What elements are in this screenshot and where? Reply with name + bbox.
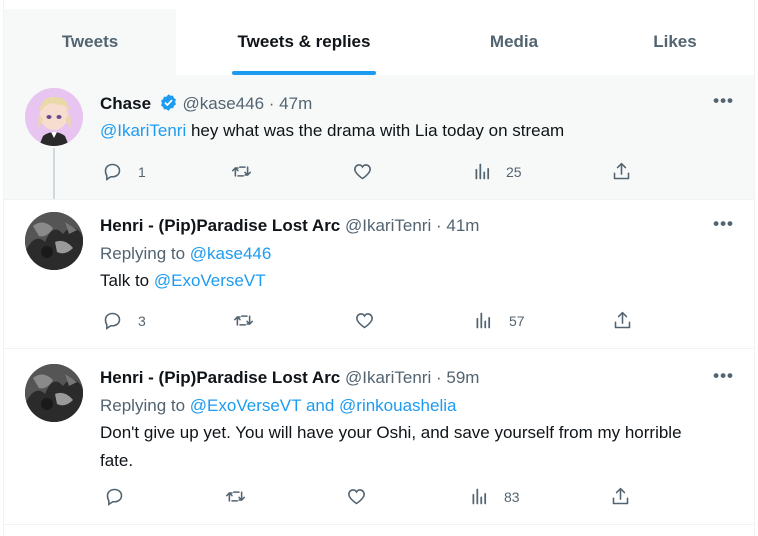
tweet-header: Henri - (Pip)Paradise Lost Arc @IkariTen…: [100, 216, 479, 236]
author-name[interactable]: Henri - (Pip)Paradise Lost Arc: [100, 216, 340, 235]
retweet-icon: [233, 315, 254, 326]
timeline-column: Tweets Tweets & replies Media Likes Chas…: [3, 0, 755, 536]
separator: ·: [435, 216, 442, 235]
tweet-body: Talk to: [100, 271, 154, 290]
reply-count: 3: [138, 312, 146, 329]
reply-count: 1: [138, 163, 146, 180]
author-handle[interactable]: @IkariTenri: [345, 368, 431, 387]
share-button[interactable]: [610, 486, 631, 507]
reply-icon: [104, 163, 121, 181]
tweet[interactable]: Henri - (Pip)Paradise Lost Arc @IkariTen…: [4, 200, 754, 349]
author-handle[interactable]: @IkariTenri: [345, 216, 431, 235]
reply-icon: [106, 488, 123, 506]
timestamp[interactable]: 59m: [446, 368, 479, 387]
anime-avatar-image: [25, 88, 83, 146]
dark-artwork-avatar-image: [25, 212, 83, 270]
tab-label: Tweets & replies: [237, 32, 371, 51]
share-icon: [612, 487, 629, 505]
separator: ·: [435, 368, 442, 387]
like-button[interactable]: [352, 161, 373, 182]
like-button[interactable]: [346, 486, 367, 507]
share-icon: [613, 162, 630, 180]
timestamp[interactable]: 41m: [446, 216, 479, 235]
replying-to: Replying to @ExoVerseVT and @rinkouashel…: [100, 392, 700, 420]
share-button[interactable]: [611, 161, 632, 182]
replying-label: Replying to: [100, 244, 190, 263]
replying-to-link[interactable]: @kase446: [190, 244, 272, 263]
replying-to: Replying to @kase446: [100, 240, 700, 268]
profile-tabs: Tweets Tweets & replies Media Likes: [4, 9, 754, 75]
retweet-icon: [225, 491, 246, 502]
tweet-header: Chase @kase446 · 47m: [100, 93, 312, 117]
reply-icon: [104, 312, 121, 330]
tweet[interactable]: Chase @kase446 · 47m ••• @IkariTenri hey…: [4, 75, 754, 200]
replying-label: Replying to: [100, 396, 190, 415]
author-handle[interactable]: @kase446: [183, 94, 265, 113]
thread-connector-line: [53, 148, 55, 199]
avatar[interactable]: [25, 212, 83, 270]
tweet-actions: 83: [100, 486, 629, 510]
tweet-header: Henri - (Pip)Paradise Lost Arc @IkariTen…: [100, 368, 479, 388]
view-count: 57: [509, 312, 525, 329]
timestamp[interactable]: 47m: [279, 94, 312, 113]
retweet-button[interactable]: [231, 161, 252, 182]
views-icon: [476, 312, 491, 329]
like-button[interactable]: [354, 310, 375, 331]
tab-likes[interactable]: Likes: [596, 9, 754, 75]
verified-icon: [159, 93, 178, 117]
reply-button[interactable]: [104, 486, 125, 507]
author-name[interactable]: Chase: [100, 94, 151, 113]
view-count: 25: [506, 163, 522, 180]
share-button[interactable]: [612, 310, 633, 331]
tweet-text: Don't give up yet. You will have your Os…: [100, 419, 690, 475]
avatar[interactable]: [25, 364, 83, 422]
author-name[interactable]: Henri - (Pip)Paradise Lost Arc: [100, 368, 340, 387]
views-button[interactable]: 83: [469, 486, 520, 507]
like-icon: [348, 489, 365, 505]
view-count: 83: [504, 488, 520, 505]
reply-button[interactable]: 3: [102, 310, 146, 331]
views-icon: [472, 488, 487, 505]
more-icon[interactable]: •••: [713, 366, 734, 386]
mention-link[interactable]: @IkariTenri: [100, 121, 186, 140]
retweet-icon: [231, 166, 252, 177]
more-icon[interactable]: •••: [713, 214, 734, 234]
tweet-text: @IkariTenri hey what was the drama with …: [100, 117, 700, 145]
tweet[interactable]: Henri - (Pip)Paradise Lost Arc @IkariTen…: [4, 349, 754, 525]
tweet-text: Talk to @ExoVerseVT: [100, 267, 700, 295]
retweet-button[interactable]: [225, 486, 246, 507]
tweet-body: hey what was the drama with Lia today on…: [186, 121, 565, 140]
separator: ·: [268, 94, 275, 113]
views-button[interactable]: 57: [473, 310, 525, 331]
like-icon: [356, 313, 373, 329]
tab-label: Tweets: [61, 32, 119, 51]
replying-to-link[interactable]: @ExoVerseVT and @rinkouashelia: [190, 396, 457, 415]
tab-label: Media: [489, 32, 539, 51]
tab-tweets-and-replies[interactable]: Tweets & replies: [176, 9, 432, 75]
tab-label: Likes: [653, 32, 697, 51]
mention-link[interactable]: @ExoVerseVT: [154, 271, 266, 290]
tweet-body: Don't give up yet. You will have your Os…: [100, 423, 682, 470]
retweet-button[interactable]: [233, 310, 254, 331]
more-icon[interactable]: •••: [713, 91, 734, 111]
tweet-actions: 1 25: [100, 161, 630, 185]
tweet-actions: 3 57: [100, 310, 631, 334]
views-button[interactable]: 25: [472, 161, 522, 182]
views-icon: [475, 163, 490, 180]
like-icon: [354, 164, 371, 180]
tab-tweets[interactable]: Tweets: [4, 9, 176, 75]
reply-button[interactable]: 1: [102, 161, 146, 182]
avatar[interactable]: [25, 88, 83, 146]
dark-artwork-avatar-image: [25, 364, 83, 422]
share-icon: [614, 311, 631, 329]
tab-media[interactable]: Media: [432, 9, 596, 75]
